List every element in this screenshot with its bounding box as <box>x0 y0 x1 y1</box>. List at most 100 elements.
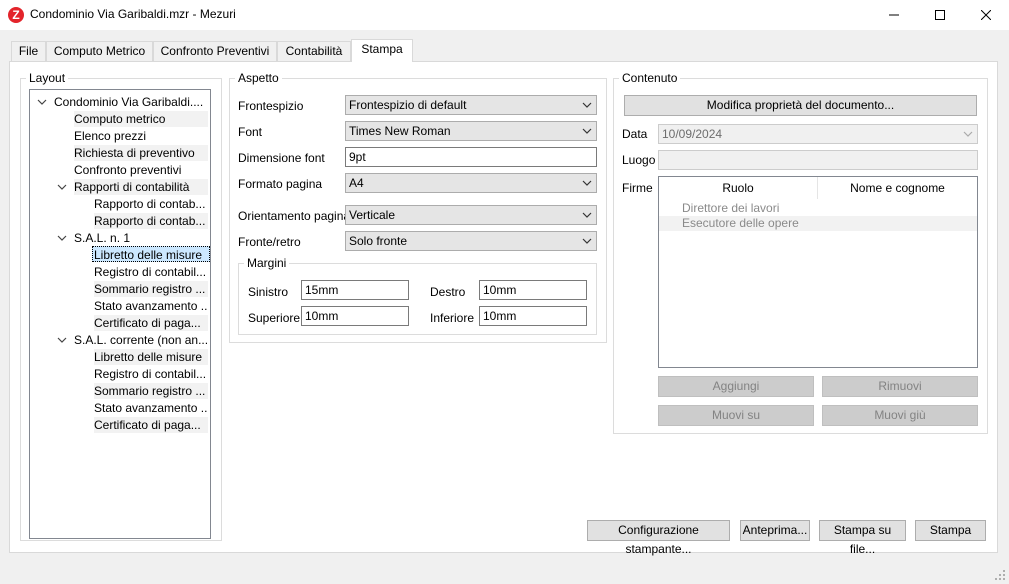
tree-item-richiesta-preventivo[interactable]: Richiesta di preventivo <box>74 145 208 161</box>
close-icon <box>981 10 991 20</box>
resize-grip-icon[interactable] <box>994 569 1006 581</box>
tab-stampa[interactable]: Stampa <box>351 39 413 62</box>
tree-item-registro-contabilita-1[interactable]: Registro di contabil... <box>94 264 208 280</box>
chevron-down-icon[interactable] <box>57 233 67 243</box>
font-label: Font <box>238 125 263 139</box>
fronte-retro-value: Solo fronte <box>349 234 408 248</box>
inferiore-label: Inferiore <box>430 311 475 325</box>
tree-item-stato-avanzamento-2[interactable]: Stato avanzamento ... <box>94 400 208 416</box>
firme-label: Firme <box>622 181 653 195</box>
chevron-down-icon <box>582 128 592 134</box>
tree-item-libretto-misure-1[interactable]: Libretto delle misure <box>92 246 210 262</box>
tab-file[interactable]: File <box>11 41 46 61</box>
tree-item-certificato-pagamento-2[interactable]: Certificato di paga... <box>94 417 208 433</box>
anteprima-button[interactable]: Anteprima... <box>740 520 810 541</box>
tree-item-sal-1[interactable]: S.A.L. n. 1 <box>74 230 208 246</box>
superiore-label: Superiore <box>248 311 301 325</box>
tree-item-sommario-registro-2[interactable]: Sommario registro ... <box>94 383 208 399</box>
tree-item-libretto-misure-2[interactable]: Libretto delle misure <box>94 349 208 365</box>
luogo-label: Luogo <box>622 153 656 167</box>
dimensione-font-label: Dimensione font <box>238 151 325 165</box>
maximize-button[interactable] <box>917 0 963 30</box>
tree-item-stato-avanzamento-1[interactable]: Stato avanzamento ... <box>94 298 208 314</box>
margini-legend: Margini <box>244 256 290 270</box>
rimuovi-button[interactable]: Rimuovi <box>822 376 978 397</box>
stampa-panel: Layout Condominio Via Garibaldi.... Comp… <box>9 61 998 556</box>
margini-group: Margini Sinistro 15mm Destro 10mm Superi… <box>238 256 597 335</box>
contenuto-group: Contenuto Modifica proprietà del documen… <box>613 71 988 434</box>
layout-group: Layout Condominio Via Garibaldi.... Comp… <box>20 71 222 541</box>
orientamento-pagina-value: Verticale <box>349 208 396 222</box>
tree-item-rapporti-contabilita[interactable]: Rapporti di contabilità <box>74 179 208 195</box>
data-label: Data <box>622 127 648 141</box>
tab-contabilita[interactable]: Contabilità <box>277 41 351 61</box>
tree-item-registro-contabilita-2[interactable]: Registro di contabil... <box>94 366 208 382</box>
orientamento-pagina-select[interactable]: Verticale <box>345 205 597 225</box>
chevron-down-icon <box>582 102 592 108</box>
app-logo-icon: Z <box>8 7 24 23</box>
aspetto-legend: Aspetto <box>235 71 282 85</box>
tree-item-certificato-pagamento-1[interactable]: Certificato di paga... <box>94 315 208 331</box>
formato-pagina-label: Formato pagina <box>238 177 323 191</box>
sinistro-label: Sinistro <box>248 285 289 299</box>
font-select[interactable]: Times New Roman <box>345 121 597 141</box>
minimize-icon <box>889 14 899 16</box>
contenuto-legend: Contenuto <box>619 71 681 85</box>
destro-input[interactable]: 10mm <box>479 280 587 300</box>
sinistro-input[interactable]: 15mm <box>301 280 409 300</box>
dimensione-font-input[interactable]: 9pt <box>345 147 597 167</box>
configurazione-stampante-button[interactable]: Configurazione stampante... <box>587 520 730 556</box>
chevron-down-icon <box>582 238 592 244</box>
stampa-button[interactable]: Stampa <box>915 520 986 541</box>
formato-pagina-value: A4 <box>349 176 364 190</box>
chevron-down-icon[interactable] <box>57 335 67 345</box>
chevron-down-icon <box>582 212 592 218</box>
tree-item-rapporto-2[interactable]: Rapporto di contab... <box>94 213 208 229</box>
column-header-ruolo[interactable]: Ruolo <box>659 177 818 199</box>
stampa-su-file-button[interactable]: Stampa su file... <box>819 520 906 556</box>
minimize-button[interactable] <box>871 0 917 30</box>
destro-label: Destro <box>430 285 466 299</box>
inferiore-input[interactable]: 10mm <box>479 306 587 326</box>
chevron-down-icon <box>582 180 592 186</box>
table-row[interactable]: Esecutore delle opere <box>659 216 977 231</box>
chevron-down-icon[interactable] <box>57 182 67 192</box>
chevron-down-icon <box>963 131 973 137</box>
muovi-su-button[interactable]: Muovi su <box>658 405 814 426</box>
aggiungi-button[interactable]: Aggiungi <box>658 376 814 397</box>
superiore-input[interactable]: 10mm <box>301 306 409 326</box>
fronte-retro-label: Fronte/retro <box>238 235 301 249</box>
muovi-giu-button[interactable]: Muovi giù <box>822 405 978 426</box>
frontespizio-label: Frontespizio <box>238 99 304 113</box>
window-title: Condominio Via Garibaldi.mzr - Mezuri <box>30 7 236 21</box>
orientamento-pagina-label: Orientamento pagina <box>238 209 351 223</box>
data-value: 10/09/2024 <box>662 127 723 141</box>
tree-item-root[interactable]: Condominio Via Garibaldi.... <box>54 94 208 110</box>
data-picker[interactable]: 10/09/2024 <box>658 124 978 144</box>
maximize-icon <box>935 10 945 20</box>
font-value: Times New Roman <box>349 124 451 138</box>
layout-tree[interactable]: Condominio Via Garibaldi.... Computo met… <box>29 89 211 539</box>
chevron-down-icon[interactable] <box>37 97 47 107</box>
firme-table[interactable]: Ruolo Nome e cognome Direttore dei lavor… <box>658 176 978 368</box>
fronte-retro-select[interactable]: Solo fronte <box>345 231 597 251</box>
tree-item-rapporto-1[interactable]: Rapporto di contab... <box>94 196 208 212</box>
tab-confronto-preventivi[interactable]: Confronto Preventivi <box>153 41 277 61</box>
title-bar: Z Condominio Via Garibaldi.mzr - Mezuri <box>0 0 1009 30</box>
tree-item-confronto-preventivi[interactable]: Confronto preventivi <box>74 162 208 178</box>
column-header-nome-cognome[interactable]: Nome e cognome <box>818 177 977 199</box>
tab-computo-metrico[interactable]: Computo Metrico <box>46 41 153 61</box>
tab-bar: File Computo Metrico Confronto Preventiv… <box>0 30 1009 62</box>
tree-item-sal-corrente[interactable]: S.A.L. corrente (non an... <box>74 332 208 348</box>
modifica-proprieta-button[interactable]: Modifica proprietà del documento... <box>624 95 977 116</box>
luogo-input[interactable] <box>658 150 978 170</box>
tree-item-elenco-prezzi[interactable]: Elenco prezzi <box>74 128 208 144</box>
frontespizio-value: Frontespizio di default <box>349 98 467 112</box>
formato-pagina-select[interactable]: A4 <box>345 173 597 193</box>
frontespizio-select[interactable]: Frontespizio di default <box>345 95 597 115</box>
layout-legend: Layout <box>26 71 69 85</box>
close-button[interactable] <box>963 0 1009 30</box>
tree-item-computo-metrico[interactable]: Computo metrico <box>74 111 208 127</box>
tree-item-sommario-registro-1[interactable]: Sommario registro ... <box>94 281 208 297</box>
table-row[interactable]: Direttore dei lavori <box>659 201 977 216</box>
